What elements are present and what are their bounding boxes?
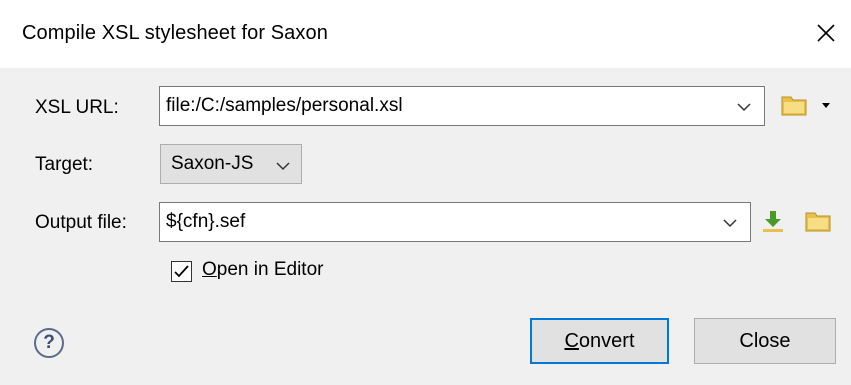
- xsl-url-value: file:/C:/samples/personal.xsl: [166, 95, 403, 116]
- output-file-combo[interactable]: ${cfn}.sef: [159, 202, 751, 242]
- download-icon[interactable]: [762, 209, 784, 233]
- open-in-editor-checkbox[interactable]: [171, 261, 192, 282]
- open-in-editor-label[interactable]: Open in Editor: [202, 259, 323, 281]
- help-icon[interactable]: ?: [34, 328, 64, 358]
- mnemonic-c: C: [564, 330, 579, 352]
- chevron-down-icon[interactable]: [736, 101, 752, 113]
- output-file-value: ${cfn}.sef: [166, 211, 246, 232]
- folder-icon[interactable]: [805, 210, 831, 232]
- chevron-down-icon: [276, 162, 290, 171]
- close-icon[interactable]: [813, 20, 839, 46]
- checkmark-icon: [174, 265, 189, 278]
- convert-label: onvert: [578, 330, 635, 352]
- dialog-title: Compile XSL stylesheet for Saxon: [22, 22, 328, 44]
- open-in-editor-text: pen in Editor: [216, 259, 324, 280]
- close-button[interactable]: Close: [694, 318, 836, 364]
- target-value: Saxon-JS: [171, 153, 254, 174]
- folder-icon[interactable]: [781, 94, 807, 116]
- title-bar: Compile XSL stylesheet for Saxon: [0, 0, 851, 68]
- chevron-down-icon[interactable]: [722, 217, 738, 229]
- dropdown-arrow-icon[interactable]: [821, 102, 831, 110]
- target-select[interactable]: Saxon-JS: [160, 144, 302, 184]
- target-label: Target:: [35, 154, 94, 175]
- convert-button[interactable]: Convert: [530, 318, 669, 364]
- mnemonic-o: O: [202, 259, 217, 280]
- xsl-url-label: XSL URL:: [35, 97, 119, 118]
- xsl-url-combo[interactable]: file:/C:/samples/personal.xsl: [159, 86, 765, 126]
- output-file-label: Output file:: [35, 212, 127, 233]
